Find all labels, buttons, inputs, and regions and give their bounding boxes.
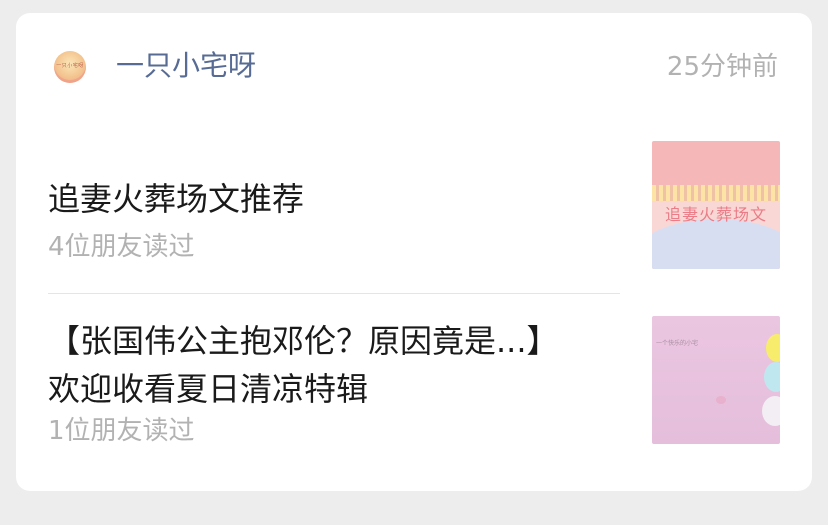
thumbnail-stripes [652, 185, 780, 201]
thumbnail-caption: 追妻火葬场文 [664, 205, 767, 224]
article-title: 追妻火葬场文推荐 [48, 180, 305, 218]
thumbnail-caption: 一个快乐的小宅 [656, 340, 699, 347]
article-thumbnail: 一个快乐的小宅 [652, 316, 780, 444]
heart-icon [716, 396, 726, 404]
article-title: 【张国伟公主抱邓伦？原因竟是...】 欢迎收看夏日清凉特辑 [48, 317, 608, 413]
balloon-icon [762, 396, 780, 426]
article-item-1[interactable]: 追妻火葬场文推荐 4位朋友读过 追妻火葬场文 [16, 119, 812, 293]
friends-read-count: 1位朋友读过 [48, 416, 195, 446]
article-item-2[interactable]: 【张国伟公主抱邓伦？原因竟是...】 欢迎收看夏日清凉特辑 1位朋友读过 一个快… [16, 293, 812, 491]
avatar-logo-text: 一只小宅呀 [56, 63, 84, 69]
article-title-line-1: 【张国伟公主抱邓伦？原因竟是...】 [48, 322, 559, 360]
account-name[interactable]: 一只小宅呀 [116, 47, 256, 85]
friends-read-count: 4位朋友读过 [48, 232, 195, 262]
official-account-message-card: 一只小宅呀 一只小宅呀 25分钟前 追妻火葬场文推荐 4位朋友读过 追妻火葬场文… [16, 13, 812, 491]
article-thumbnail: 追妻火葬场文 [652, 141, 780, 269]
article-title-line-2: 欢迎收看夏日清凉特辑 [48, 370, 369, 408]
card-header: 一只小宅呀 一只小宅呀 25分钟前 [16, 13, 812, 119]
balloon-icon [766, 334, 780, 362]
balloon-icon [764, 362, 780, 392]
post-timestamp: 25分钟前 [666, 52, 778, 82]
account-avatar[interactable]: 一只小宅呀 [54, 51, 86, 83]
